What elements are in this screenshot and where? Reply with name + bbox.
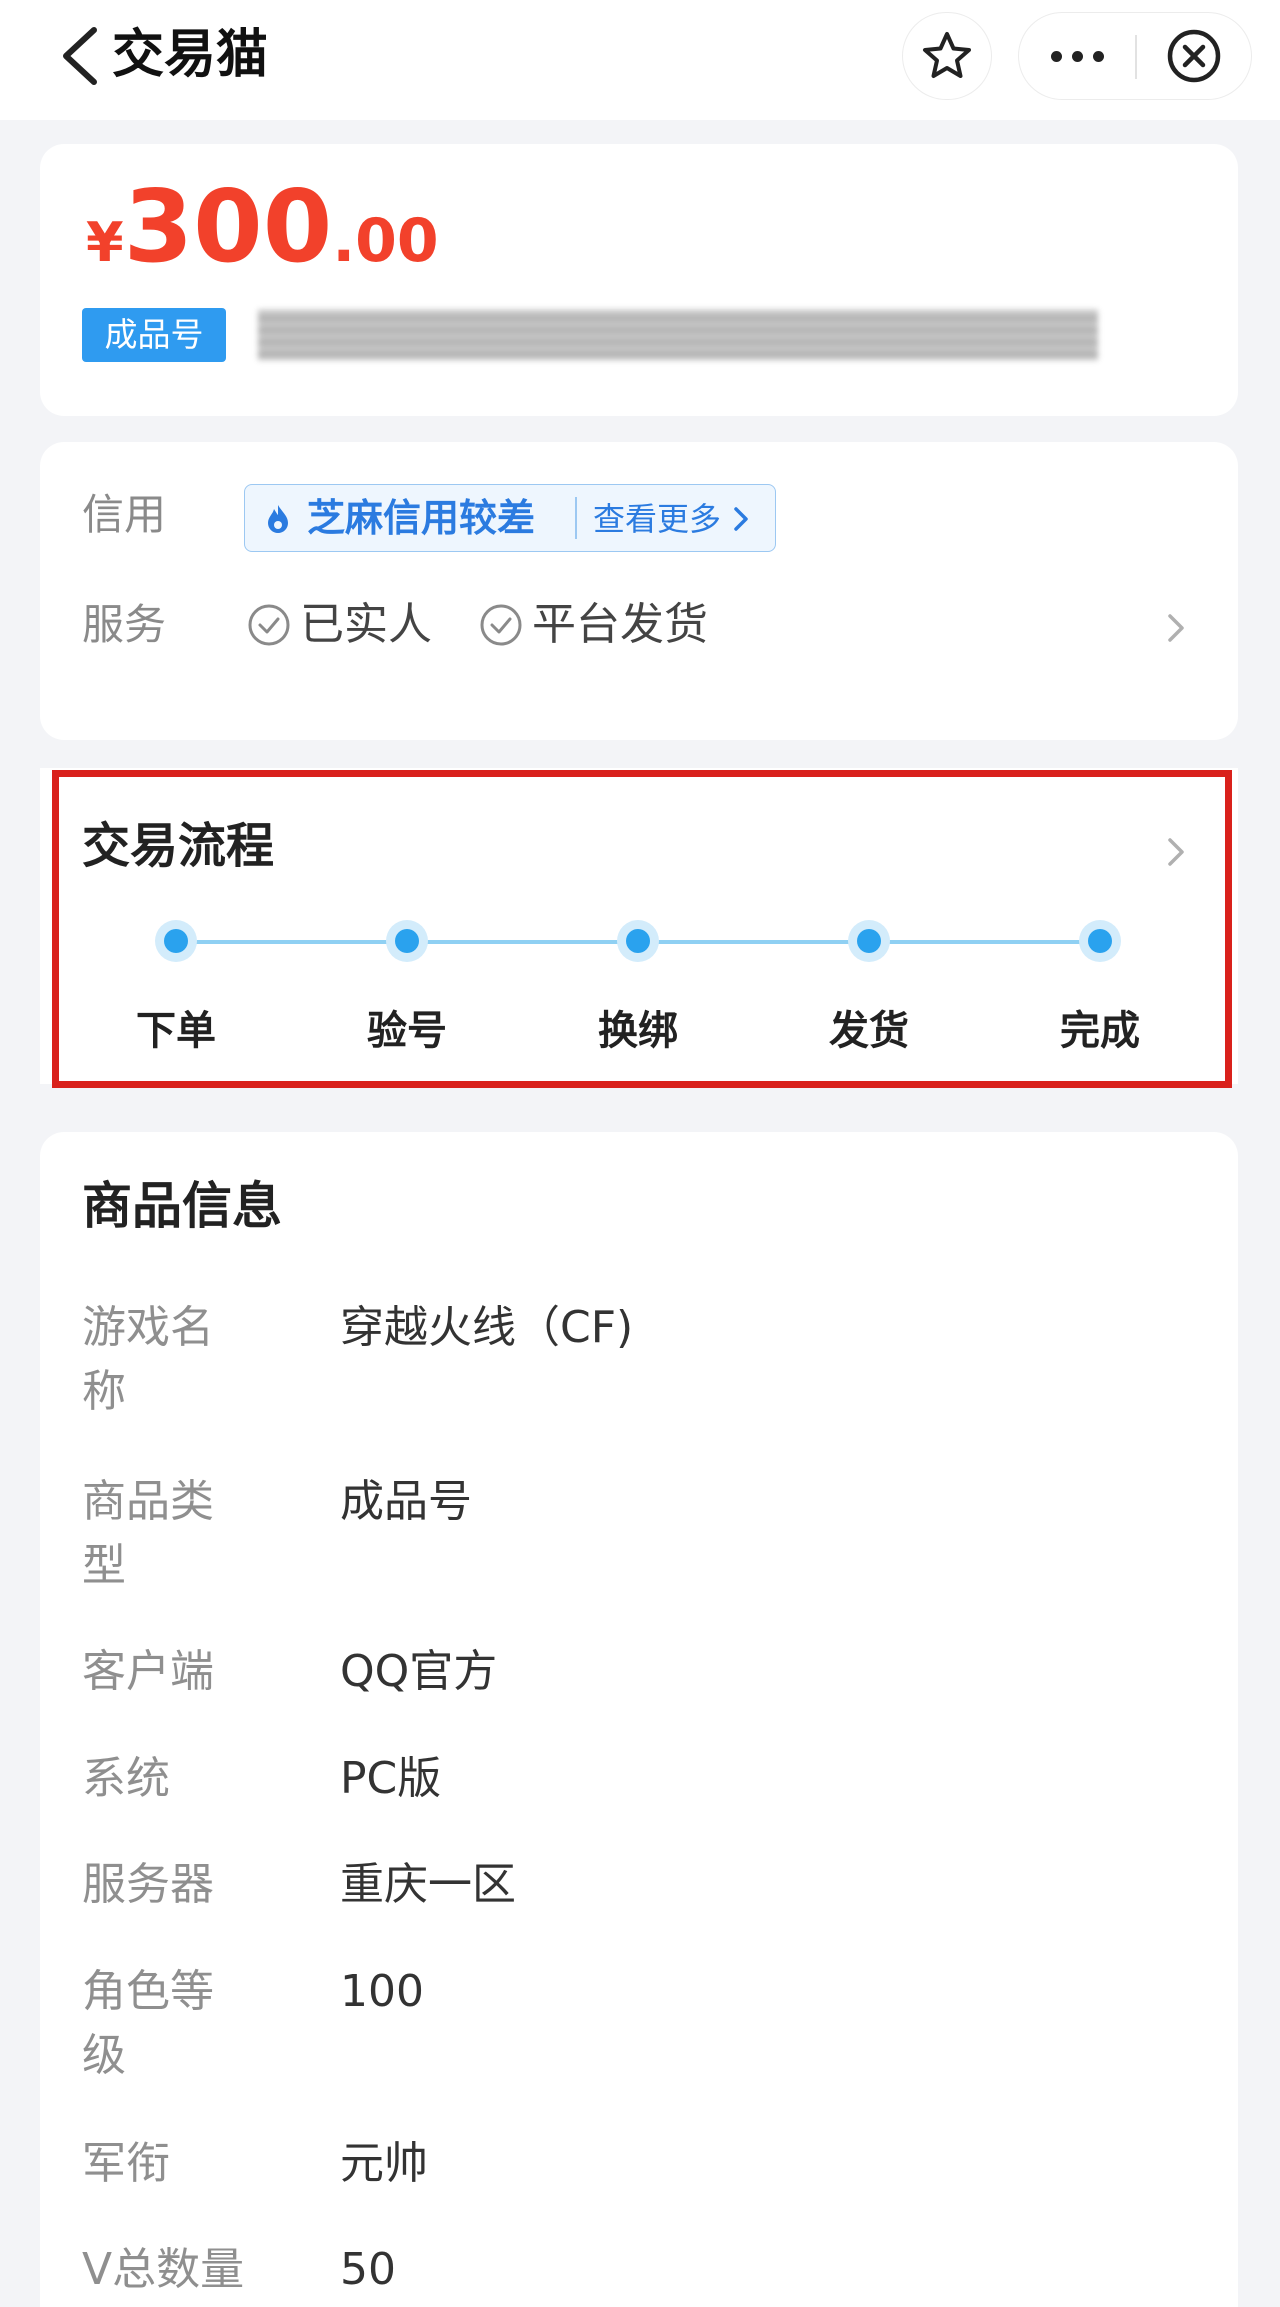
flame-icon (268, 505, 288, 533)
step-label-rebind: 换绑 (598, 1008, 678, 1054)
info-label-v-count: V总数量 (82, 2244, 245, 2295)
price-decimal: .00 (332, 206, 439, 276)
blurred-product-title (258, 310, 1098, 360)
info-label-client: 客户端 (82, 1646, 214, 1697)
info-label-server: 服务器 (82, 1859, 214, 1910)
info-label-system: 系统 (82, 1753, 170, 1804)
info-label-role-level: 角色等级 (82, 1966, 214, 2081)
service-item-label: 平台发货 (532, 599, 708, 650)
info-label-game-name: 游戏名称 (82, 1302, 214, 1417)
info-value-product-type: 成品号 (340, 1476, 472, 1527)
favorite-button[interactable] (902, 12, 992, 100)
credit-service-card: 信用 芝麻信用较差 查看更多 服务 已实人 平台发货 (40, 442, 1238, 740)
credit-rating-pill[interactable]: 芝麻信用较差 查看更多 (244, 484, 776, 552)
close-button[interactable] (1137, 13, 1251, 99)
service-item-label: 已实人 (300, 599, 432, 650)
chevron-right-icon (734, 507, 748, 531)
more-dots-icon (1050, 50, 1104, 62)
back-arrow-icon[interactable] (56, 24, 104, 88)
step-label-deliver: 发货 (829, 1008, 909, 1054)
step-dot-verify (386, 920, 428, 962)
view-more-link[interactable]: 查看更多 (593, 495, 721, 543)
app-title: 交易猫 (112, 25, 269, 85)
info-value-game-name: 穿越火线（CF) (340, 1302, 634, 1353)
check-circle-icon (480, 604, 522, 646)
step-dot-deliver (848, 920, 890, 962)
product-info-card: 商品信息 游戏名称 穿越火线（CF) 商品类型 成品号 客户端 QQ官方 系统 … (40, 1132, 1238, 2307)
process-chevron-right-icon[interactable] (1164, 832, 1188, 872)
more-button[interactable] (1019, 13, 1135, 99)
trade-process-title: 交易流程 (82, 818, 275, 874)
product-type-badge: 成品号 (82, 308, 226, 362)
price-currency: ¥ (86, 211, 124, 274)
service-item-verified: 已实人 (246, 598, 432, 652)
step-dot-rebind (617, 920, 659, 962)
info-value-server: 重庆一区 (340, 1859, 516, 1910)
step-dot-order (155, 920, 197, 962)
info-value-client: QQ官方 (340, 1646, 498, 1697)
close-circle-icon (1167, 29, 1221, 83)
step-label-order: 下单 (136, 1008, 216, 1054)
credit-label: 信用 (82, 490, 167, 539)
pill-divider (575, 497, 577, 539)
credit-rating-text: 芝麻信用较差 (307, 496, 536, 540)
price: ¥300.00 (86, 168, 439, 285)
service-label: 服务 (82, 600, 167, 649)
service-chevron-right-icon[interactable] (1164, 608, 1188, 648)
step-label-complete: 完成 (1060, 1008, 1140, 1054)
info-label-product-type: 商品类型 (82, 1476, 214, 1591)
price-integer: 300 (123, 168, 333, 285)
mini-program-capsule (1018, 12, 1252, 100)
info-value-v-count: 50 (340, 2244, 396, 2295)
check-circle-icon (248, 604, 290, 646)
service-item-platform-delivery: 平台发货 (478, 598, 708, 652)
top-navigation-bar: 交易猫 (0, 0, 1280, 120)
step-label-verify: 验号 (367, 1008, 447, 1054)
info-value-role-level: 100 (340, 1966, 424, 2017)
info-label-rank: 军衔 (82, 2138, 170, 2189)
price-card: ¥300.00 成品号 (40, 144, 1238, 416)
info-value-rank: 元帅 (340, 2138, 428, 2189)
product-info-title: 商品信息 (82, 1177, 282, 1235)
info-value-system: PC版 (340, 1753, 442, 1804)
trade-process-card[interactable]: 交易流程 下单 验号 换绑 发货 完成 (40, 768, 1238, 1084)
star-icon (923, 32, 971, 78)
step-dot-complete (1079, 920, 1121, 962)
